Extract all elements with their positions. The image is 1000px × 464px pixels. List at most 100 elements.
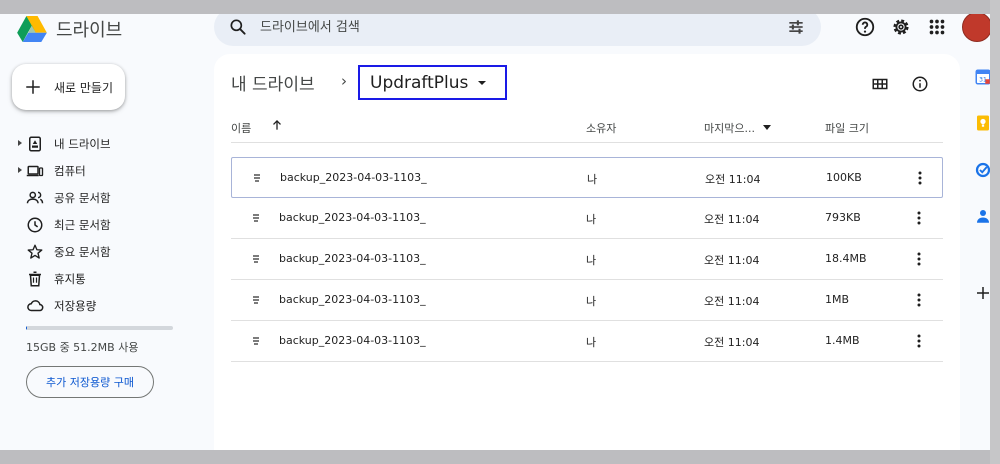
- star-icon: [27, 244, 43, 259]
- current-folder-label: UpdraftPlus: [370, 72, 469, 93]
- storage-usage-fill: [26, 326, 28, 330]
- svg-text:31: 31: [979, 77, 987, 84]
- file-modified: 오전 11:04: [705, 173, 761, 186]
- file-owner: 나: [586, 254, 597, 267]
- column-header-owner[interactable]: 소유자: [586, 120, 616, 136]
- file-modified: 오전 11:04: [704, 336, 760, 349]
- sidebar-item-label: 공유 문서함: [54, 190, 111, 205]
- settings-icon[interactable]: [890, 16, 912, 38]
- file-name: backup_2023-04-03-1103_: [279, 252, 426, 265]
- more-vert-icon[interactable]: [914, 333, 924, 349]
- sidebar-item-label: 중요 문서함: [54, 244, 111, 259]
- keep-icon[interactable]: [974, 114, 990, 132]
- plus-icon: [26, 80, 40, 94]
- storage-usage-text: 15GB 중 51.2MB 사용: [26, 341, 139, 354]
- more-vert-icon[interactable]: [914, 292, 924, 308]
- table-row[interactable]: backup_2023-04-03-1103_ 나 오전 11:04 1.4MB: [231, 321, 943, 362]
- apps-grid-icon[interactable]: [926, 16, 948, 38]
- calendar-icon[interactable]: 31: [974, 68, 990, 86]
- breadcrumb-root[interactable]: 내 드라이브: [231, 70, 315, 95]
- tune-icon[interactable]: [786, 17, 806, 37]
- main-panel: 내 드라이브 › UpdraftPlus 이름 소유자 마지막으... 파일 크…: [214, 54, 960, 450]
- more-vert-icon[interactable]: [915, 170, 925, 186]
- more-vert-icon[interactable]: [914, 210, 924, 226]
- window-edge-scrollbar[interactable]: [990, 0, 1000, 464]
- file-size: 793KB: [825, 211, 861, 224]
- buy-storage-button[interactable]: 추가 저장용량 구매: [26, 366, 154, 398]
- breadcrumb-separator-icon: ›: [341, 72, 347, 90]
- file-name: backup_2023-04-03-1103_: [279, 293, 426, 306]
- table-row[interactable]: backup_2023-04-03-1103_ 나 오전 11:04 18.4M…: [231, 239, 943, 280]
- dropdown-arrow-icon: [478, 80, 487, 85]
- file-name: backup_2023-04-03-1103_: [279, 211, 426, 224]
- column-header-name[interactable]: 이름: [231, 120, 251, 136]
- file-icon: [253, 337, 259, 345]
- file-icon: [253, 255, 259, 263]
- contacts-icon[interactable]: [974, 207, 990, 225]
- trash-icon: [29, 271, 41, 286]
- file-modified: 오전 11:04: [704, 213, 760, 226]
- sidebar-nav: 내 드라이브 컴퓨터 공유 문서함 최근 문서함 중요 문서함 휴지통 저장용량: [0, 130, 210, 319]
- drive-app: 드라이브 드라이브에서 검색 새로 만들기 내 드라이브 컴퓨터 공유 문서함 …: [0, 14, 990, 450]
- sidebar-item-shared[interactable]: 공유 문서함: [0, 184, 210, 211]
- file-icon: [253, 214, 259, 222]
- shared-icon: [26, 191, 44, 203]
- file-size: 100KB: [826, 171, 862, 184]
- sidebar-item-computers[interactable]: 컴퓨터: [0, 157, 210, 184]
- drive-logo-icon[interactable]: [16, 16, 48, 42]
- file-size: 18.4MB: [825, 252, 867, 265]
- tasks-icon[interactable]: [974, 161, 990, 179]
- sidebar-item-label: 최근 문서함: [54, 217, 111, 232]
- sort-dropdown-icon[interactable]: [763, 125, 771, 130]
- sidebar-item-label: 저장용량: [54, 298, 97, 313]
- expand-caret-icon[interactable]: [18, 167, 22, 173]
- info-icon[interactable]: [911, 75, 929, 93]
- computer-icon: [26, 165, 44, 176]
- search-bar[interactable]: [214, 14, 821, 46]
- file-size: 1.4MB: [825, 334, 860, 347]
- sidebar-item-label: 휴지통: [54, 271, 86, 286]
- file-size: 1MB: [825, 293, 850, 306]
- sidebar-item-my-drive[interactable]: 내 드라이브: [0, 130, 210, 157]
- table-row[interactable]: backup_2023-04-03-1103_ 나 오전 11:04 100KB: [231, 157, 943, 198]
- file-modified: 오전 11:04: [704, 295, 760, 308]
- new-button[interactable]: 새로 만들기: [12, 64, 125, 110]
- file-list: backup_2023-04-03-1103_ 나 오전 11:04 100KB…: [231, 157, 943, 362]
- sidebar-item-storage[interactable]: 저장용량: [0, 292, 210, 319]
- more-vert-icon[interactable]: [914, 251, 924, 267]
- sort-ascending-icon[interactable]: [270, 118, 284, 132]
- file-owner: 나: [586, 213, 597, 226]
- file-icon: [253, 296, 259, 304]
- file-owner: 나: [586, 295, 597, 308]
- new-button-label: 새로 만들기: [54, 80, 114, 95]
- brand-title: 드라이브: [56, 20, 123, 41]
- file-owner: 나: [587, 173, 598, 186]
- sidebar-item-label: 내 드라이브: [54, 136, 111, 151]
- search-icon[interactable]: [228, 17, 248, 37]
- cloud-icon: [27, 299, 44, 311]
- add-addon-icon[interactable]: [974, 284, 990, 302]
- table-row[interactable]: backup_2023-04-03-1103_ 나 오전 11:04 1MB: [231, 280, 943, 321]
- file-icon: [254, 174, 260, 182]
- search-input[interactable]: [260, 14, 760, 41]
- grid-view-icon[interactable]: [871, 75, 889, 93]
- expand-caret-icon[interactable]: [18, 140, 22, 146]
- storage-usage-bar: [26, 326, 173, 330]
- clock-icon: [27, 217, 43, 232]
- sidebar-item-label: 컴퓨터: [54, 163, 86, 178]
- file-modified: 오전 11:04: [704, 254, 760, 267]
- avatar[interactable]: [962, 14, 990, 42]
- file-owner: 나: [586, 336, 597, 349]
- sidebar-item-starred[interactable]: 중요 문서함: [0, 238, 210, 265]
- current-folder-button[interactable]: UpdraftPlus: [358, 65, 507, 100]
- file-name: backup_2023-04-03-1103_: [279, 334, 426, 347]
- my-drive-icon: [29, 136, 41, 151]
- help-icon[interactable]: [854, 16, 876, 38]
- table-row[interactable]: backup_2023-04-03-1103_ 나 오전 11:04 793KB: [231, 198, 943, 239]
- column-header-size[interactable]: 파일 크기: [825, 120, 869, 136]
- header-divider: [231, 142, 943, 143]
- sidebar-item-trash[interactable]: 휴지통: [0, 265, 210, 292]
- file-name: backup_2023-04-03-1103_: [280, 171, 427, 184]
- column-header-modified[interactable]: 마지막으...: [704, 120, 755, 136]
- sidebar-item-recent[interactable]: 최근 문서함: [0, 211, 210, 238]
